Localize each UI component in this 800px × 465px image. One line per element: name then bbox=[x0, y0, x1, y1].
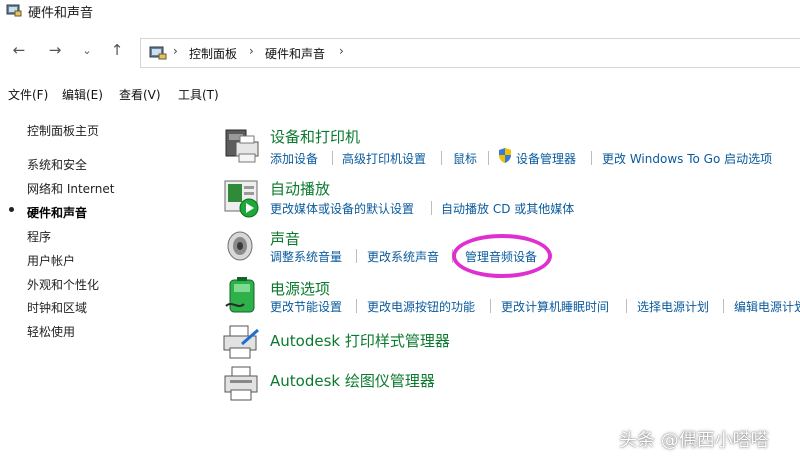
category-autoplay[interactable]: 自动播放 bbox=[270, 178, 330, 199]
print-style-icon[interactable] bbox=[222, 322, 262, 362]
menu-view[interactable]: 查看(V) bbox=[119, 86, 161, 103]
sidebar-item-ease-of-access[interactable]: 轻松使用 bbox=[27, 323, 75, 340]
link-separator bbox=[332, 151, 333, 165]
link-separator bbox=[356, 299, 357, 313]
link-windows-to-go[interactable]: 更改 Windows To Go 启动选项 bbox=[602, 150, 772, 167]
breadcrumb-separator[interactable]: › bbox=[173, 44, 178, 58]
sidebar-item-system-security[interactable]: 系统和安全 bbox=[27, 156, 87, 173]
link-change-power-saving[interactable]: 更改节能设置 bbox=[270, 298, 342, 315]
printer-device-icon[interactable] bbox=[222, 126, 262, 166]
breadcrumb-hardware-and-sound[interactable]: 硬件和声音 bbox=[265, 45, 325, 62]
plotter-icon[interactable] bbox=[222, 364, 262, 404]
control-panel-icon bbox=[6, 4, 22, 17]
menu-edit[interactable]: 编辑(E) bbox=[62, 86, 103, 103]
category-autodesk-print-style-manager[interactable]: Autodesk 打印样式管理器 bbox=[270, 330, 450, 351]
category-autodesk-plotter-manager[interactable]: Autodesk 绘图仪管理器 bbox=[270, 370, 435, 391]
link-separator bbox=[488, 151, 489, 165]
breadcrumb-separator[interactable]: › bbox=[339, 44, 344, 58]
link-separator bbox=[431, 201, 432, 215]
sidebar-item-programs[interactable]: 程序 bbox=[27, 228, 51, 245]
link-mouse[interactable]: 鼠标 bbox=[453, 150, 477, 167]
link-autoplay-cd[interactable]: 自动播放 CD 或其他媒体 bbox=[441, 200, 574, 217]
arrow-up-icon: ↑ bbox=[110, 41, 124, 59]
link-adjust-system-volume[interactable]: 调整系统音量 bbox=[270, 248, 342, 265]
link-device-manager[interactable]: 设备管理器 bbox=[516, 150, 576, 167]
control-panel-icon bbox=[149, 46, 167, 60]
link-choose-power-plan[interactable]: 选择电源计划 bbox=[637, 298, 709, 315]
navigation-bar: ← → ⌄ ↑ › 控制面板 › 硬件和声音 › bbox=[0, 30, 800, 72]
speaker-icon[interactable] bbox=[222, 226, 262, 266]
menu-file[interactable]: 文件(F) bbox=[8, 86, 48, 103]
up-button[interactable]: ↑ bbox=[106, 39, 128, 61]
arrow-right-icon: → bbox=[48, 41, 62, 59]
link-add-device[interactable]: 添加设备 bbox=[270, 150, 318, 167]
link-advanced-printer-settings[interactable]: 高级打印机设置 bbox=[342, 150, 426, 167]
autoplay-icon[interactable] bbox=[222, 178, 262, 218]
recent-locations-button[interactable]: ⌄ bbox=[76, 39, 98, 61]
link-separator bbox=[591, 151, 592, 165]
link-change-power-buttons[interactable]: 更改电源按钮的功能 bbox=[367, 298, 475, 315]
breadcrumb-control-panel[interactable]: 控制面板 bbox=[189, 45, 237, 62]
link-separator bbox=[723, 299, 724, 313]
sidebar-item-network-internet[interactable]: 网络和 Internet bbox=[27, 180, 114, 197]
category-sound[interactable]: 声音 bbox=[270, 228, 300, 249]
back-button[interactable]: ← bbox=[8, 39, 30, 61]
battery-icon[interactable] bbox=[222, 276, 262, 316]
chevron-down-icon: ⌄ bbox=[82, 43, 92, 57]
category-power-options[interactable]: 电源选项 bbox=[270, 278, 330, 299]
watermark-text: 头条 @偶西小嗒嗒 bbox=[619, 430, 769, 451]
annotation-highlight-circle bbox=[452, 234, 552, 278]
link-separator bbox=[356, 249, 357, 263]
link-edit-power-plan[interactable]: 编辑电源计划 bbox=[734, 298, 800, 315]
address-bar[interactable]: › 控制面板 › 硬件和声音 › bbox=[140, 38, 800, 68]
link-change-system-sounds[interactable]: 更改系统声音 bbox=[367, 248, 439, 265]
sidebar-item-hardware-sound: 硬件和声音 bbox=[27, 206, 88, 220]
menu-bar: 文件(F) 编辑(E) 查看(V) 工具(T) bbox=[0, 84, 800, 106]
link-separator bbox=[626, 299, 627, 313]
link-separator bbox=[441, 151, 442, 165]
menu-tools[interactable]: 工具(T) bbox=[178, 86, 219, 103]
link-change-default-media-settings[interactable]: 更改媒体或设备的默认设置 bbox=[270, 200, 414, 217]
forward-button[interactable]: → bbox=[44, 39, 66, 61]
category-devices-printers[interactable]: 设备和打印机 bbox=[270, 126, 360, 147]
uac-shield-icon bbox=[499, 148, 511, 163]
sidebar-item-clock-region[interactable]: 时钟和区域 bbox=[27, 299, 87, 316]
link-separator bbox=[490, 299, 491, 313]
sidebar-item-control-panel-home[interactable]: 控制面板主页 bbox=[27, 122, 99, 139]
title-bar: 硬件和声音 bbox=[0, 0, 800, 22]
breadcrumb-separator[interactable]: › bbox=[249, 44, 254, 58]
active-item-bullet bbox=[9, 207, 14, 212]
sidebar-item-user-accounts[interactable]: 用户帐户 bbox=[27, 252, 75, 269]
link-change-sleep-time[interactable]: 更改计算机睡眠时间 bbox=[501, 298, 609, 315]
arrow-left-icon: ← bbox=[12, 41, 26, 59]
window-title: 硬件和声音 bbox=[28, 6, 94, 21]
sidebar-item-appearance[interactable]: 外观和个性化 bbox=[27, 276, 99, 293]
